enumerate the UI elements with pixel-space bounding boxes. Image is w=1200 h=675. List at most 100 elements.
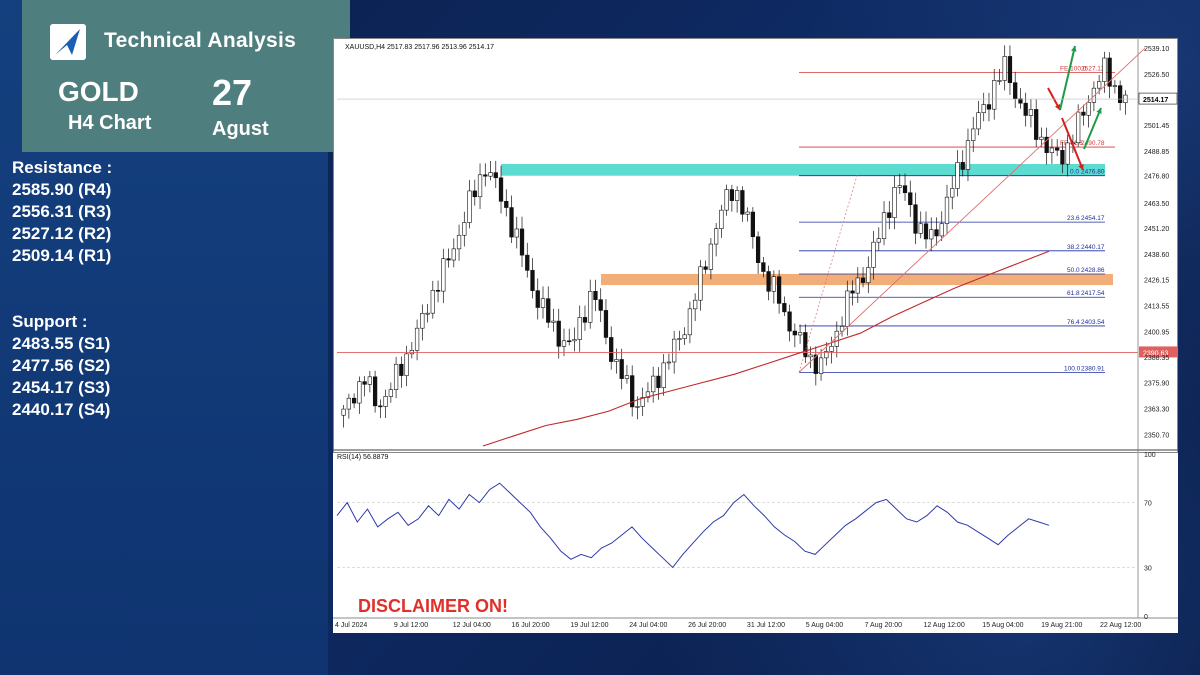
support-title: Support :: [12, 312, 88, 331]
candle-body: [666, 361, 672, 364]
candle-body: [818, 357, 824, 374]
candle-body: [388, 389, 393, 397]
candle-body: [808, 354, 813, 358]
chart-panel: 0.0 2476.80 23.6 2454.17 38.2 2440.17 50.0 2428…: [333, 38, 1178, 633]
candle-body: [367, 376, 372, 385]
support-level: 2454.17 (S3): [12, 378, 111, 397]
candle-body: [761, 262, 766, 272]
candle-body: [441, 258, 446, 292]
candle-body: [404, 353, 409, 376]
x-tick-label: 12 Jul 04:00: [453, 622, 491, 629]
y-tick-label: 2488.85: [1144, 149, 1169, 156]
rsi-y-tick: 0: [1144, 614, 1148, 621]
candle-body: [509, 207, 514, 238]
candle-body: [965, 140, 971, 170]
candle-body: [708, 243, 714, 270]
fib-ratio-label: 76.4: [1067, 319, 1080, 326]
candle-body: [850, 290, 855, 294]
app-title: Technical Analysis: [104, 29, 297, 52]
candle-body: [540, 298, 546, 308]
candle-body: [745, 211, 750, 215]
candle-body: [477, 174, 483, 198]
candle-body: [934, 229, 939, 237]
resistance-list: Resistance : 2585.90 (R4) 2556.31 (R3) 2…: [12, 157, 112, 267]
candle-body: [425, 312, 430, 315]
candle-body: [598, 299, 603, 311]
candle-body: [430, 289, 435, 314]
candle-body: [593, 291, 598, 300]
fib-price-label: 2380.91: [1081, 365, 1105, 372]
candle-body: [755, 236, 761, 263]
candle-body: [393, 363, 399, 390]
candle-body: [703, 266, 708, 270]
candle-body: [803, 332, 808, 358]
candle-body: [687, 308, 693, 336]
up-arrow: [1059, 45, 1076, 111]
candle-body: [572, 339, 577, 342]
candle-body: [719, 209, 724, 229]
fib-price-label: 2476.80: [1081, 169, 1105, 176]
candle-body: [693, 299, 698, 310]
candle-body: [472, 190, 477, 198]
candle-body: [682, 334, 687, 339]
candle-body: [362, 381, 367, 385]
candle-body: [435, 289, 441, 292]
candle-body: [588, 291, 593, 323]
candle-body: [855, 277, 860, 294]
candle-body: [881, 212, 887, 239]
candle-body: [1097, 81, 1102, 89]
candle-body: [414, 327, 420, 351]
candle-body: [567, 340, 572, 343]
x-tick-label: 15 Aug 04:00: [982, 622, 1023, 629]
candle-body: [514, 228, 519, 238]
x-tick-label: 16 Jul 20:00: [512, 622, 550, 629]
candle-body: [535, 290, 540, 308]
candle-body: [729, 189, 735, 201]
candle-body: [1028, 109, 1034, 116]
candle-body: [1086, 102, 1091, 116]
rsi-line: [336, 482, 1050, 569]
candle-body: [734, 190, 740, 201]
candle-body: [724, 189, 729, 211]
candle-body: [456, 234, 462, 250]
candle-body: [892, 187, 897, 218]
fe-price-label: 2527.12: [1081, 66, 1105, 73]
candle-body: [462, 222, 467, 236]
candle-body: [446, 258, 451, 261]
candle-body: [792, 330, 797, 336]
candle-body: [483, 174, 488, 177]
candle-body: [866, 267, 871, 283]
y-tick-label: 2388.35: [1144, 355, 1169, 362]
candle-body: [577, 317, 582, 340]
candle-body: [845, 290, 850, 327]
candle-body: [530, 270, 535, 291]
candle-body: [383, 396, 388, 407]
candle-body: [519, 228, 525, 256]
candle-body: [493, 172, 498, 179]
candle-body: [698, 266, 703, 301]
y-tick-label: 2539.10: [1144, 46, 1169, 53]
rsi-y-tick: 30: [1144, 565, 1152, 572]
candle-body: [1007, 56, 1013, 83]
fib-ratio-label: 38.2: [1067, 244, 1080, 251]
candle-body: [357, 381, 362, 404]
candle-body: [829, 346, 834, 352]
candle-body: [981, 104, 986, 114]
support-list: Support : 2483.55 (S1) 2477.56 (S2) 2454…: [12, 311, 110, 421]
support-level: 2483.55 (S1): [12, 334, 111, 353]
candle-body: [1023, 102, 1028, 116]
y-tick-label: 2476.80: [1144, 174, 1169, 181]
candle-body: [656, 375, 661, 388]
candle-body: [902, 185, 908, 194]
x-tick-label: 5 Aug 04:00: [806, 622, 843, 629]
candle-body: [782, 303, 787, 313]
x-tick-label: 19 Jul 12:00: [570, 622, 608, 629]
x-tick-label: 7 Aug 20:00: [865, 622, 902, 629]
x-tick-label: 12 Aug 12:00: [923, 622, 964, 629]
candle-body: [986, 104, 992, 110]
candle-body: [997, 80, 1002, 82]
candle-body: [498, 177, 504, 202]
fib-ratio-label: 61.8: [1067, 290, 1080, 297]
candle-body: [992, 80, 997, 110]
x-tick-label: 26 Jul 20:00: [688, 622, 726, 629]
